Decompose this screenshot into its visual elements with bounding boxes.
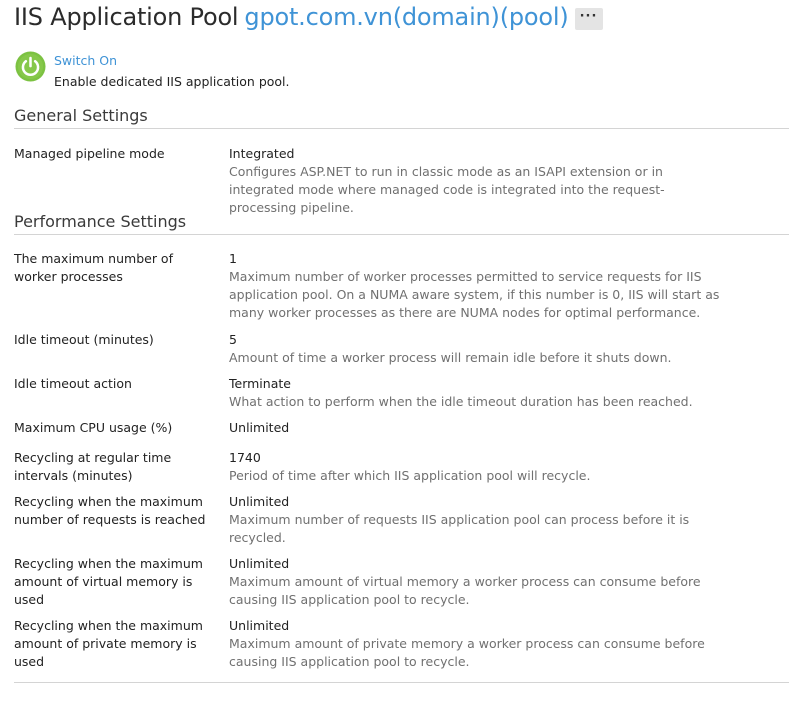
setting-hint: Period of time after which IIS applicati… <box>229 468 591 483</box>
setting-value: 1740 <box>229 450 261 465</box>
pool-name-link[interactable]: gpot.com.vn(domain)(pool) <box>244 3 568 31</box>
setting-hint: Maximum amount of virtual memory a worke… <box>229 574 701 607</box>
setting-value: Unlimited <box>229 494 290 509</box>
setting-hint: Amount of time a worker process will rem… <box>229 350 672 365</box>
setting-hint: Maximum number of worker processes permi… <box>229 269 720 320</box>
iis-app-pool-page: IIS Application Pool gpot.com.vn(domain)… <box>0 0 789 703</box>
general-settings-heading: General Settings <box>14 106 148 125</box>
setting-label: Managed pipeline mode <box>14 146 165 161</box>
setting-hint: Maximum amount of private memory a worke… <box>229 636 705 669</box>
setting-value: Unlimited <box>229 556 290 571</box>
setting-hint: What action to perform when the idle tim… <box>229 394 693 409</box>
setting-value: 1 <box>229 251 237 266</box>
setting-value: Unlimited <box>229 420 290 435</box>
more-actions-button[interactable]: ··· <box>574 8 603 30</box>
setting-value: Terminate <box>229 376 291 391</box>
setting-label: Idle timeout (minutes) <box>14 332 154 347</box>
performance-settings-divider <box>14 234 789 235</box>
setting-label: Maximum CPU usage (%) <box>14 420 173 435</box>
setting-label: Recycling at regular time intervals (min… <box>14 450 172 483</box>
setting-label: Recycling when the maximum amount of vir… <box>14 556 203 607</box>
setting-hint: Configures ASP.NET to run in classic mod… <box>229 164 665 215</box>
setting-label: Recycling when the maximum amount of pri… <box>14 618 203 669</box>
power-icon[interactable] <box>15 51 46 82</box>
bottom-divider <box>14 682 789 683</box>
setting-value: Unlimited <box>229 618 290 633</box>
setting-value: Integrated <box>229 146 295 161</box>
switch-on-link[interactable]: Switch On <box>54 53 117 68</box>
performance-settings-heading: Performance Settings <box>14 212 187 231</box>
page-title-text: IIS Application Pool <box>14 3 239 31</box>
setting-value: 5 <box>229 332 237 347</box>
general-settings-divider <box>14 128 789 129</box>
setting-label: The maximum number of worker processes <box>14 251 173 284</box>
setting-hint: Maximum number of requests IIS applicati… <box>229 512 690 545</box>
setting-label: Recycling when the maximum number of req… <box>14 494 206 527</box>
setting-label: Idle timeout action <box>14 376 132 391</box>
page-title: IIS Application Pool gpot.com.vn(domain)… <box>14 3 603 31</box>
switch-description: Enable dedicated IIS application pool. <box>54 74 290 89</box>
